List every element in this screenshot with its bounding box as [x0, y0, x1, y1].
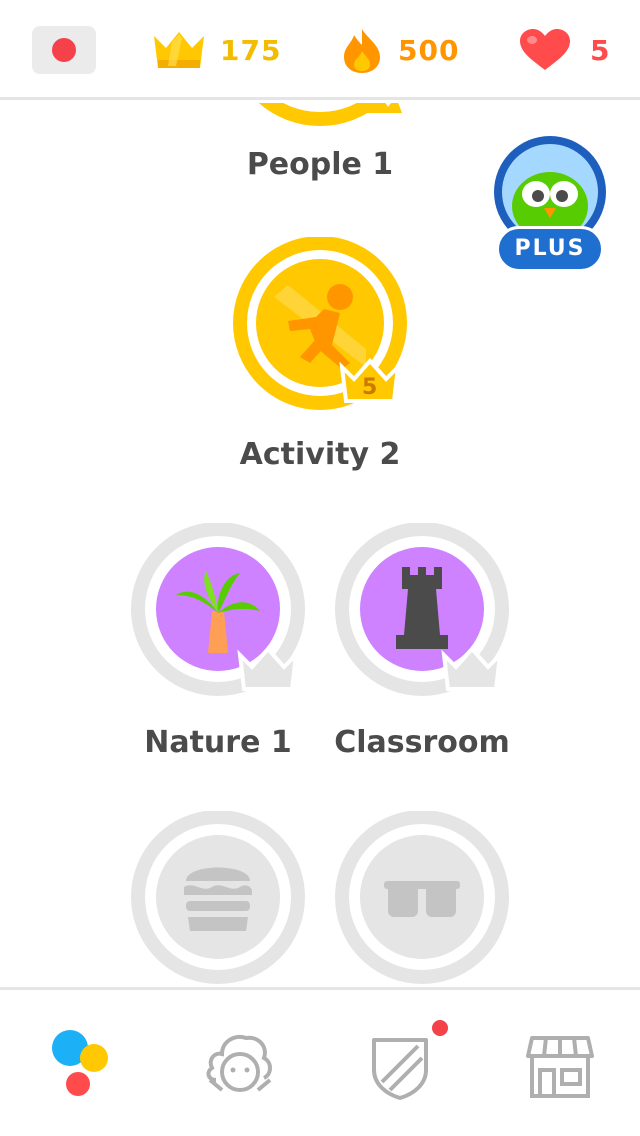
skill-progress-ring — [258, 103, 402, 126]
plus-label: PLUS — [496, 226, 604, 272]
language-flag-button[interactable] — [32, 26, 96, 74]
profile-icon — [206, 1035, 272, 1092]
hearts-count: 5 — [590, 33, 611, 67]
crowns-count: 175 — [220, 33, 282, 67]
nav-profile[interactable] — [200, 1026, 280, 1106]
crown-level: 5 — [362, 375, 378, 400]
crowns-counter[interactable]: 175 — [152, 28, 281, 72]
skill-badge — [156, 835, 280, 959]
skill-locked-glasses[interactable] — [292, 811, 552, 988]
skill-classroom[interactable]: Classroom — [292, 523, 552, 773]
streak-counter[interactable]: 500 — [340, 28, 460, 73]
top-stats-bar: 175 500 5 — [0, 0, 640, 100]
bottom-navigation — [0, 987, 640, 1136]
notification-dot — [432, 1020, 448, 1036]
skill-name: Activity 2 — [239, 437, 401, 472]
skill-name: Classroom — [334, 725, 510, 760]
hearts-counter[interactable]: 5 — [518, 28, 610, 72]
skill-name: People 1 — [246, 147, 394, 182]
streak-count: 500 — [398, 33, 460, 67]
nav-shop[interactable] — [520, 1026, 600, 1106]
skill-badge — [360, 835, 484, 959]
fire-icon — [344, 29, 380, 73]
leagues-shield-icon — [372, 1038, 428, 1100]
nav-leagues[interactable] — [360, 1026, 440, 1106]
shop-icon — [526, 1036, 594, 1098]
heart-icon — [520, 29, 570, 70]
learn-icon — [52, 1030, 108, 1096]
nav-learn[interactable] — [40, 1026, 120, 1106]
crown-empty-icon — [441, 645, 503, 691]
crown-icon — [154, 32, 204, 68]
japan-flag-icon — [52, 38, 76, 62]
plus-badge-button[interactable]: PLUS — [490, 136, 610, 276]
skill-activity-2[interactable]: 5 Activity 2 — [190, 237, 450, 487]
crown-empty-icon — [237, 645, 299, 691]
